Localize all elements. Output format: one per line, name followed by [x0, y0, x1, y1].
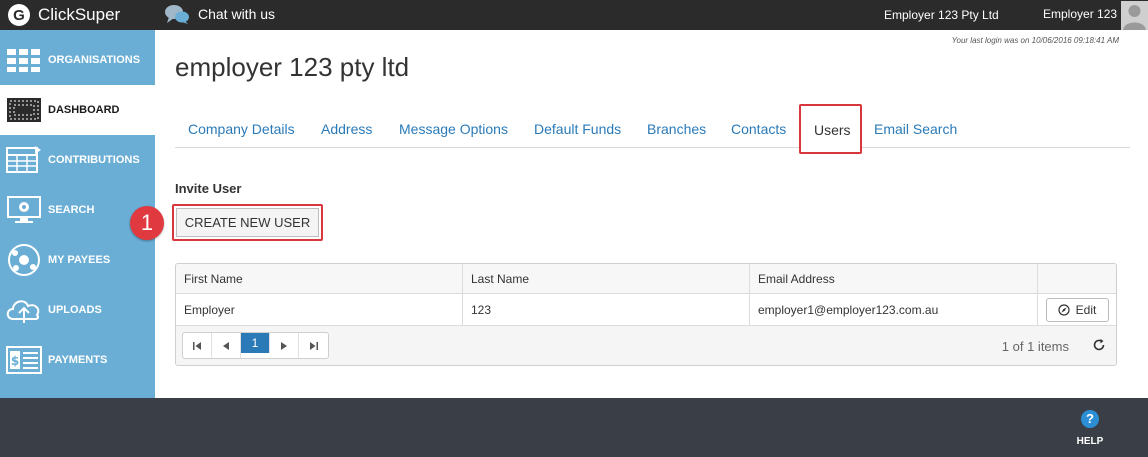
page-number-button[interactable]: 1	[241, 333, 270, 353]
create-button-highlight	[172, 204, 323, 241]
sidebar-item-dashboard[interactable]: DASHBOARD	[0, 85, 155, 135]
sidebar-item-contributions[interactable]: CONTRIBUTIONS	[0, 135, 155, 185]
sidebar-item-uploads[interactable]: UPLOADS	[0, 285, 155, 335]
sidebar-item-label: ORGANISATIONS	[48, 54, 141, 66]
sidebar-item-label: UPLOADS	[48, 304, 102, 316]
last-page-icon	[309, 341, 318, 350]
brand-name: ClickSuper	[38, 5, 121, 24]
contributions-icon	[5, 143, 43, 177]
page-title: employer 123 pty ltd	[175, 52, 410, 82]
tab-message-options[interactable]: Message Options	[399, 121, 508, 137]
table-row: Employer 123 employer1@employer123.com.a…	[176, 294, 1116, 326]
avatar[interactable]	[1121, 1, 1148, 30]
tab-branches[interactable]: Branches	[647, 121, 706, 137]
last-login-text: Your last login was on 10/06/2016 09:18:…	[951, 36, 1119, 45]
sidebar-item-label: MY PAYEES	[48, 254, 111, 266]
help-icon: ?	[1081, 410, 1099, 428]
chat-bubbles-icon	[165, 5, 189, 24]
edit-button-label: Edit	[1075, 302, 1097, 317]
brand-logo[interactable]: G ClickSuper	[8, 4, 121, 26]
sidebar-item-label: SEARCH	[48, 204, 95, 216]
help-button[interactable]: ? HELP	[1070, 410, 1110, 447]
invite-user-heading: Invite User	[175, 181, 242, 196]
sidebar-item-payments[interactable]: $ PAYMENTS	[0, 335, 155, 385]
step-number-badge: 1	[130, 206, 164, 240]
last-page-button[interactable]	[299, 333, 328, 358]
previous-page-button[interactable]	[212, 333, 241, 358]
compass-icon	[1058, 303, 1070, 316]
grid-header-row: First Name Last Name Email Address	[176, 264, 1116, 294]
chat-label: Chat with us	[198, 6, 276, 22]
cell-email: employer1@employer123.com.au	[750, 294, 1038, 325]
next-page-icon	[281, 341, 287, 350]
svg-text:$: $	[11, 354, 19, 368]
pager-buttons: 1	[182, 332, 329, 359]
footer-bar: ? HELP	[0, 398, 1148, 457]
sidebar-item-label: CONTRIBUTIONS	[48, 154, 140, 166]
first-page-icon	[193, 341, 201, 350]
refresh-icon[interactable]	[1092, 338, 1106, 352]
organisations-icon	[5, 43, 43, 77]
column-header-last-name[interactable]: Last Name	[463, 264, 750, 293]
column-header-email[interactable]: Email Address	[750, 264, 1038, 293]
search-icon	[5, 193, 43, 227]
help-label: HELP	[1076, 436, 1104, 447]
cell-actions: Edit	[1038, 294, 1116, 325]
upload-cloud-icon	[5, 293, 43, 327]
tab-email-search[interactable]: Email Search	[874, 121, 957, 137]
tab-bar: Company Details Address Message Options …	[175, 105, 1130, 149]
brand-g-icon: G	[8, 4, 30, 26]
sidebar-item-label: PAYMENTS	[48, 354, 108, 366]
user-silhouette-icon	[1123, 5, 1146, 30]
users-tab-highlight	[799, 104, 862, 154]
column-header-actions	[1038, 264, 1116, 293]
tab-default-funds[interactable]: Default Funds	[534, 121, 621, 137]
user-menu[interactable]: Employer 123	[1043, 7, 1117, 21]
pager-info: 1 of 1 items	[1001, 339, 1069, 354]
tab-contacts[interactable]: Contacts	[731, 121, 786, 137]
organisation-switcher[interactable]: Employer 123 Pty Ltd	[884, 8, 999, 22]
column-header-first-name[interactable]: First Name	[176, 264, 463, 293]
tab-address[interactable]: Address	[321, 121, 372, 137]
previous-page-icon	[223, 341, 229, 350]
tab-company-details[interactable]: Company Details	[188, 121, 295, 137]
dashboard-icon	[5, 93, 43, 127]
edit-button[interactable]: Edit	[1045, 297, 1109, 322]
next-page-button[interactable]	[270, 333, 299, 358]
chat-button[interactable]: Chat with us	[164, 3, 275, 25]
grid-pager: 1 1 of 1 items	[176, 326, 1116, 365]
sidebar-item-my-payees[interactable]: MY PAYEES	[0, 235, 155, 285]
first-page-button[interactable]	[183, 333, 212, 358]
payees-icon	[5, 243, 43, 277]
top-bar: G ClickSuper Chat with us Employer 123 P…	[0, 0, 1148, 30]
cell-last-name: 123	[463, 294, 750, 325]
sidebar-item-organisations[interactable]: ORGANISATIONS	[0, 35, 155, 85]
payments-icon: $	[5, 343, 43, 377]
cell-first-name: Employer	[176, 294, 463, 325]
sidebar-item-label: DASHBOARD	[48, 104, 120, 116]
users-grid: First Name Last Name Email Address Emplo…	[175, 263, 1117, 366]
